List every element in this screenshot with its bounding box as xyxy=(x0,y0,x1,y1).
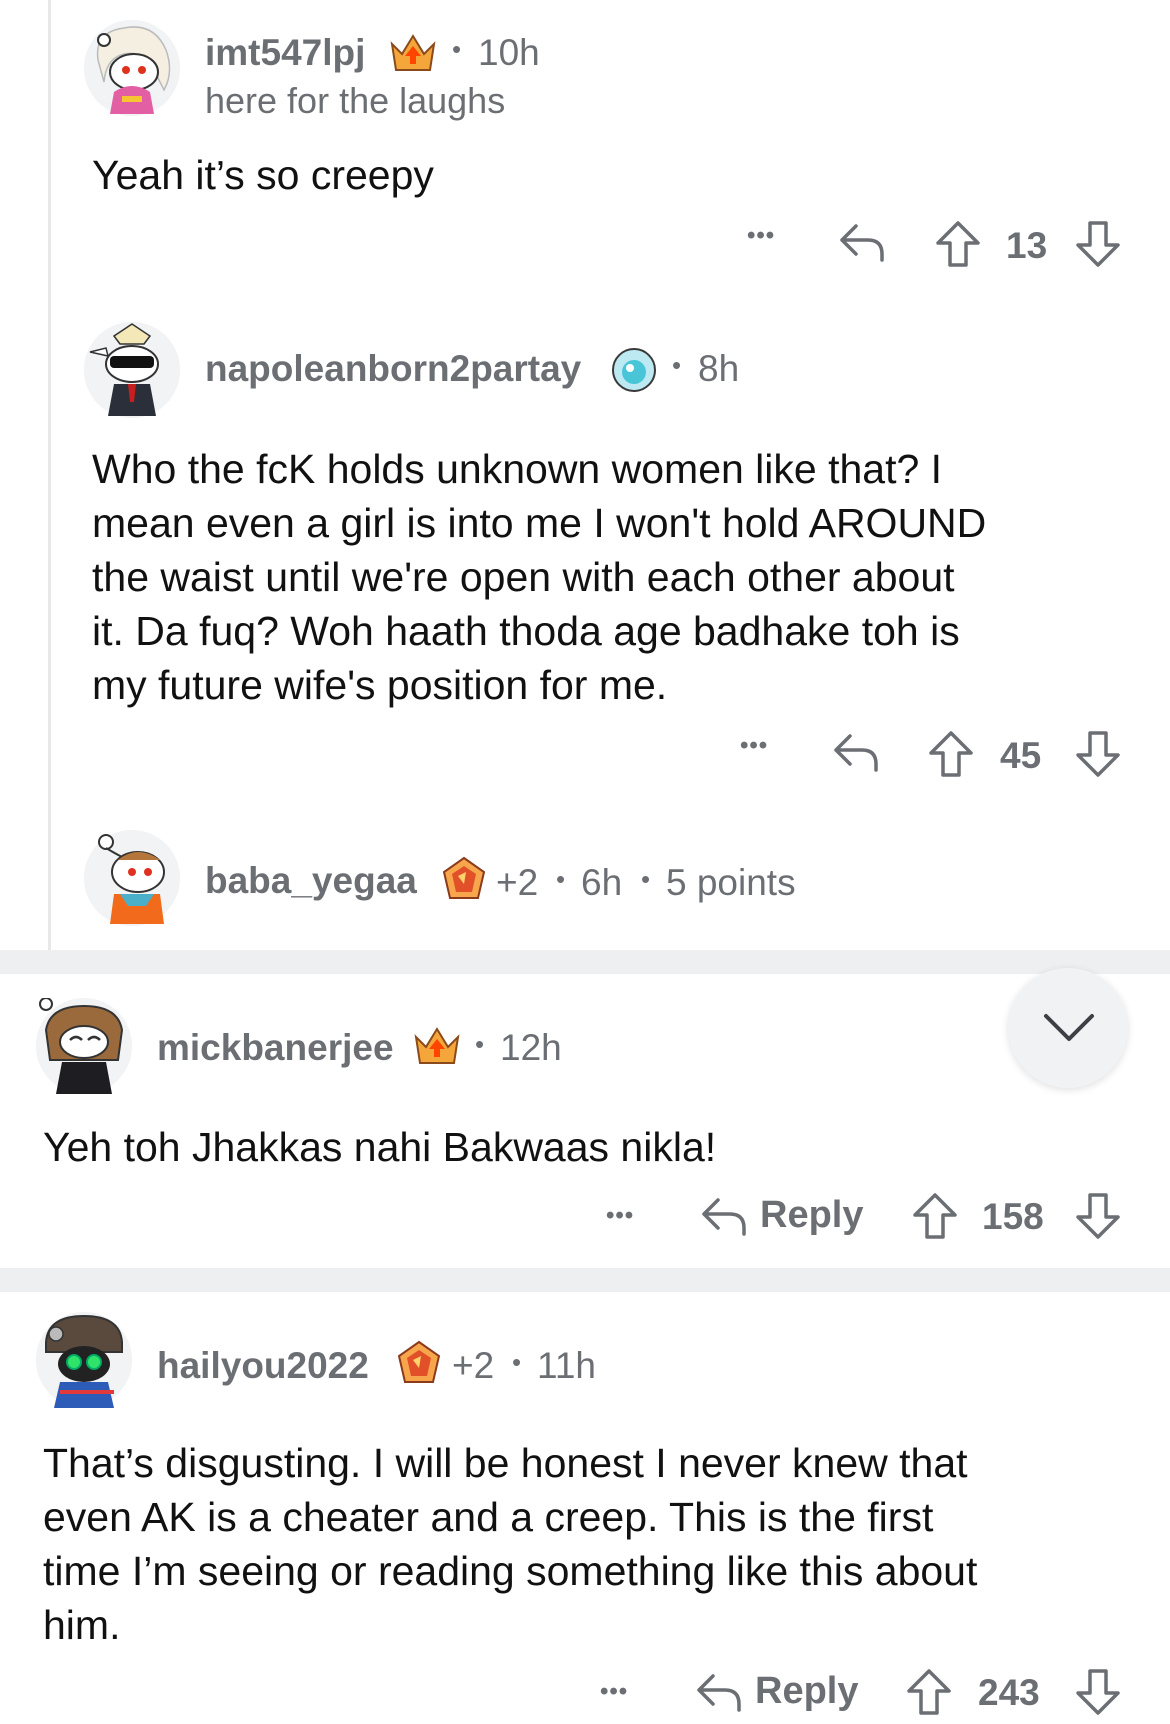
snoo-avatar-icon xyxy=(84,322,180,418)
dot-separator: • xyxy=(512,1347,522,1377)
comment-line: my future wife's position for me. xyxy=(92,662,668,708)
reply-icon[interactable] xyxy=(838,222,886,267)
reply-icon[interactable] xyxy=(832,732,880,777)
crown-upvote-award-icon[interactable] xyxy=(412,1025,462,1074)
comment-body: Who the fcK holds unknown women like tha… xyxy=(92,442,986,712)
vote-score: 158 xyxy=(982,1196,1044,1237)
avatar[interactable] xyxy=(84,322,180,418)
comment-line: the waist until we're open with each oth… xyxy=(92,554,955,600)
username[interactable]: hailyou2022 xyxy=(157,1345,369,1387)
comment-age: 12h xyxy=(500,1027,562,1068)
collapse-thread-button[interactable] xyxy=(1008,968,1128,1088)
snoo-avatar-icon xyxy=(36,1312,132,1408)
comment-body: Yeh toh Jhakkas nahi Bakwaas nikla! xyxy=(43,1120,716,1174)
gem-award-icon[interactable] xyxy=(395,1340,443,1395)
avatar[interactable] xyxy=(84,830,180,926)
dot-separator: • xyxy=(641,864,651,894)
downvote-icon[interactable] xyxy=(1075,1192,1121,1245)
more-options-button[interactable]: ••• xyxy=(747,222,775,250)
comment-line: That’s disgusting. I will be honest I ne… xyxy=(43,1440,968,1486)
more-options-button[interactable]: ••• xyxy=(606,1202,634,1230)
more-options-button[interactable]: ••• xyxy=(600,1678,628,1706)
comment-line: Yeh toh Jhakkas nahi Bakwaas nikla! xyxy=(43,1124,717,1170)
comment-line: it. Da fuq? Woh haath thoda age badhake … xyxy=(92,608,960,654)
comment-age: 6h xyxy=(581,862,623,903)
comment-age: 10h xyxy=(478,32,540,73)
comment-line: even AK is a cheater and a creep. This i… xyxy=(43,1494,934,1540)
downvote-icon[interactable] xyxy=(1075,730,1121,783)
dot-separator: • xyxy=(475,1029,485,1059)
more-options-button[interactable]: ••• xyxy=(740,732,768,760)
comment-line: mean even a girl is into me I won't hold… xyxy=(92,500,987,546)
vote-score: 13 xyxy=(1006,225,1048,266)
dot-separator: • xyxy=(452,34,462,64)
reply-button[interactable]: Reply xyxy=(755,1670,858,1713)
avatar[interactable] xyxy=(36,1312,132,1408)
username[interactable]: baba_yegaa xyxy=(205,860,417,902)
dot-separator: • xyxy=(556,864,566,894)
reply-icon[interactable] xyxy=(695,1672,743,1717)
comment-separator xyxy=(0,1268,1170,1292)
comment-line: time I’m seeing or reading something lik… xyxy=(43,1548,978,1594)
award-count: +2 xyxy=(452,1345,495,1386)
comment-line: Who the fcK holds unknown women like tha… xyxy=(92,446,943,492)
comment-line: Yeah it’s so creepy xyxy=(92,152,434,198)
downvote-icon[interactable] xyxy=(1075,1668,1121,1721)
upvote-icon[interactable] xyxy=(935,220,981,273)
comment-age: 8h xyxy=(698,348,740,389)
username[interactable]: imt547lpj xyxy=(205,32,365,74)
comment-body: Yeah it’s so creepy xyxy=(92,148,434,202)
comment-separator xyxy=(0,950,1170,974)
vote-score: 45 xyxy=(1000,735,1042,776)
thread-line[interactable] xyxy=(48,0,51,950)
user-flair: here for the laughs xyxy=(205,80,506,121)
snoo-avatar-icon xyxy=(84,20,180,116)
downvote-icon[interactable] xyxy=(1075,220,1121,273)
comment-points: 5 points xyxy=(666,862,796,903)
username[interactable]: mickbanerjee xyxy=(157,1027,394,1069)
award-count: +2 xyxy=(496,862,539,903)
reply-icon[interactable] xyxy=(700,1196,748,1241)
comment-age: 11h xyxy=(537,1345,596,1386)
upvote-icon[interactable] xyxy=(928,730,974,783)
snoo-avatar-icon xyxy=(36,997,132,1094)
chevron-down-icon xyxy=(1042,1012,1096,1049)
vote-score: 243 xyxy=(978,1672,1040,1713)
dot-separator: • xyxy=(672,350,682,380)
reply-button[interactable]: Reply xyxy=(760,1194,863,1237)
avatar[interactable] xyxy=(36,997,132,1094)
gem-award-icon[interactable] xyxy=(440,856,488,911)
upvote-icon[interactable] xyxy=(912,1192,958,1245)
comment-body: That’s disgusting. I will be honest I ne… xyxy=(43,1436,977,1652)
username[interactable]: napoleanborn2partay xyxy=(205,348,581,390)
upvote-icon[interactable] xyxy=(906,1668,952,1721)
snoo-avatar-icon xyxy=(84,830,180,926)
avatar[interactable] xyxy=(84,20,180,116)
comment-line: him. xyxy=(43,1602,121,1648)
snoo-orb-award-icon[interactable] xyxy=(610,346,658,399)
crown-upvote-award-icon[interactable] xyxy=(388,32,438,81)
